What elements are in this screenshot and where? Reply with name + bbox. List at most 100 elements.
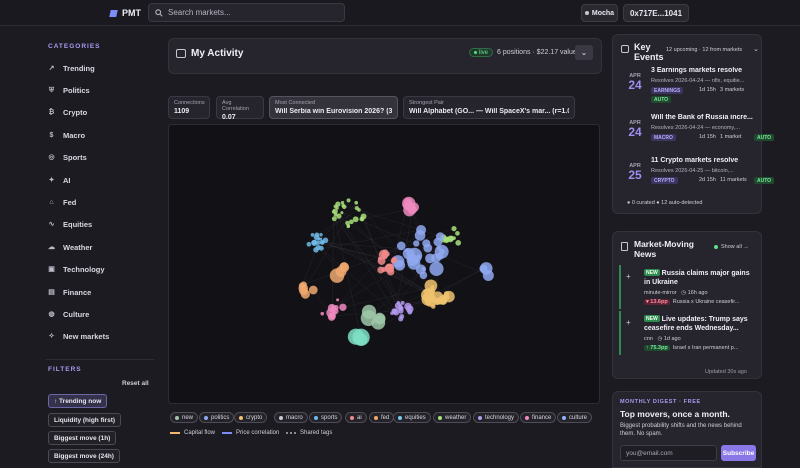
tag-filter-macro[interactable]: macro <box>274 412 308 423</box>
expand-news-icon[interactable]: + <box>626 272 631 281</box>
market-node[interactable] <box>425 253 435 264</box>
market-node[interactable] <box>391 308 398 315</box>
market-node[interactable] <box>332 307 339 315</box>
filter-button[interactable]: Biggest move (1h) <box>48 431 117 445</box>
market-node[interactable] <box>320 311 325 316</box>
market-node[interactable] <box>336 298 340 302</box>
market-node[interactable] <box>421 292 435 306</box>
tag-filter-fed[interactable]: fed <box>369 412 395 423</box>
brand[interactable]: PMT <box>109 8 141 18</box>
market-node[interactable] <box>455 240 462 246</box>
market-node[interactable] <box>374 313 386 325</box>
market-node[interactable] <box>402 247 415 260</box>
sidebar-item-new-markets[interactable]: ✧ New markets <box>48 330 148 344</box>
market-node[interactable] <box>436 252 444 261</box>
market-node[interactable] <box>396 241 406 251</box>
market-node[interactable] <box>310 233 315 237</box>
market-node[interactable] <box>430 284 435 290</box>
filter-button[interactable]: Liquidity (high first) <box>48 413 122 427</box>
tag-filter-politics[interactable]: politics <box>199 412 235 423</box>
market-node[interactable] <box>352 216 359 223</box>
expand-activity-button[interactable]: ⌄ <box>575 45 593 60</box>
market-node[interactable] <box>352 328 370 346</box>
tag-filter-culture[interactable]: culture <box>557 412 593 423</box>
market-node[interactable] <box>306 241 312 247</box>
tag-filter-sports[interactable]: sports <box>309 412 343 423</box>
market-node[interactable] <box>360 217 365 222</box>
market-node[interactable] <box>399 313 405 319</box>
market-node[interactable] <box>339 303 347 311</box>
market-node[interactable] <box>354 205 360 211</box>
subscribe-button[interactable]: Subscribe <box>721 445 756 461</box>
market-node[interactable] <box>398 308 404 314</box>
market-node[interactable] <box>382 249 389 256</box>
market-node[interactable] <box>335 201 341 207</box>
my-activity-panel[interactable]: My Activity live 6 positions · $22.17 va… <box>168 38 602 74</box>
market-node[interactable] <box>396 300 401 305</box>
market-node[interactable] <box>436 246 442 251</box>
sidebar-item-weather[interactable]: ☁ Weather <box>48 240 148 254</box>
sidebar-item-technology[interactable]: ▣ Technology <box>48 263 148 277</box>
market-node[interactable] <box>312 240 317 245</box>
market-node[interactable] <box>429 261 444 277</box>
market-node[interactable] <box>346 224 350 229</box>
market-node[interactable] <box>329 268 345 283</box>
market-node[interactable] <box>413 240 420 247</box>
market-node[interactable] <box>318 245 324 251</box>
reset-all-button[interactable]: Reset all <box>122 380 149 387</box>
market-node[interactable] <box>435 232 445 241</box>
market-node[interactable] <box>341 203 346 208</box>
network-button[interactable]: Mocha <box>581 4 618 22</box>
expand-news-icon[interactable]: + <box>626 318 631 327</box>
market-node[interactable] <box>354 200 359 205</box>
sidebar-item-fed[interactable]: ⌂ Fed <box>48 195 148 209</box>
tag-filter-ai[interactable]: ai <box>345 412 367 423</box>
news-item[interactable]: + NEW Live updates: Trump says ceasefire e… <box>619 311 759 355</box>
market-node[interactable] <box>423 243 433 253</box>
correlation-graph[interactable] <box>168 124 600 404</box>
filter-button[interactable]: Biggest move (24h) <box>48 449 120 463</box>
filter-button[interactable]: ↑ Trending now <box>48 394 108 408</box>
market-node[interactable] <box>479 262 493 275</box>
sidebar-item-politics[interactable]: ⛨ Politics <box>48 83 148 97</box>
network-graph-canvas[interactable] <box>169 125 600 404</box>
search-input[interactable] <box>168 8 338 17</box>
tag-filter-weather[interactable]: weather <box>433 412 472 423</box>
market-node[interactable] <box>384 263 394 273</box>
market-node[interactable] <box>340 211 344 215</box>
market-node[interactable] <box>451 226 457 232</box>
market-node[interactable] <box>390 258 397 264</box>
chevron-down-icon[interactable]: ⌄ <box>753 45 759 53</box>
sidebar-item-equities[interactable]: ∿ Equities <box>48 218 148 232</box>
market-node[interactable] <box>308 285 318 295</box>
market-node[interactable] <box>403 198 413 207</box>
event-item[interactable]: APR 24 3 Earnings markets resolve Resolves … <box>621 65 761 109</box>
event-item[interactable]: APR 24 Will the Bank of Russia incre... Res… <box>621 112 775 156</box>
market-node[interactable] <box>443 237 450 244</box>
market-node[interactable] <box>346 198 351 203</box>
sidebar-item-macro[interactable]: $ Macro <box>48 128 148 142</box>
sidebar-item-culture[interactable]: ◍ Culture <box>48 307 148 321</box>
market-node[interactable] <box>440 299 446 305</box>
market-node[interactable] <box>377 266 385 274</box>
show-all-button[interactable]: Show all → <box>714 244 749 250</box>
market-node[interactable] <box>398 303 402 307</box>
sidebar-item-trending[interactable]: ↗ Trending <box>48 61 148 75</box>
tag-filter-equities[interactable]: equities <box>393 412 431 423</box>
search-box[interactable] <box>148 3 345 22</box>
market-node[interactable] <box>414 230 426 241</box>
sidebar-item-ai[interactable]: ✦ AI <box>48 173 148 187</box>
market-node[interactable] <box>404 302 412 311</box>
market-node[interactable] <box>448 235 455 242</box>
sidebar-item-sports[interactable]: ◎ Sports <box>48 151 148 165</box>
stat-most-connected[interactable]: Most Connected Will Serbia win Eurovisio… <box>269 96 398 119</box>
event-item[interactable]: APR 25 11 Crypto markets resolve Resolves 2… <box>621 155 775 199</box>
market-node[interactable] <box>333 212 338 217</box>
market-node[interactable] <box>317 237 321 241</box>
news-item[interactable]: + NEW Russia claims major gains in Ukraine… <box>619 265 759 309</box>
market-node[interactable] <box>319 233 323 237</box>
market-node[interactable] <box>330 305 335 309</box>
market-node[interactable] <box>349 219 354 225</box>
tag-filter-finance[interactable]: finance <box>520 412 557 423</box>
market-node[interactable] <box>455 231 460 236</box>
